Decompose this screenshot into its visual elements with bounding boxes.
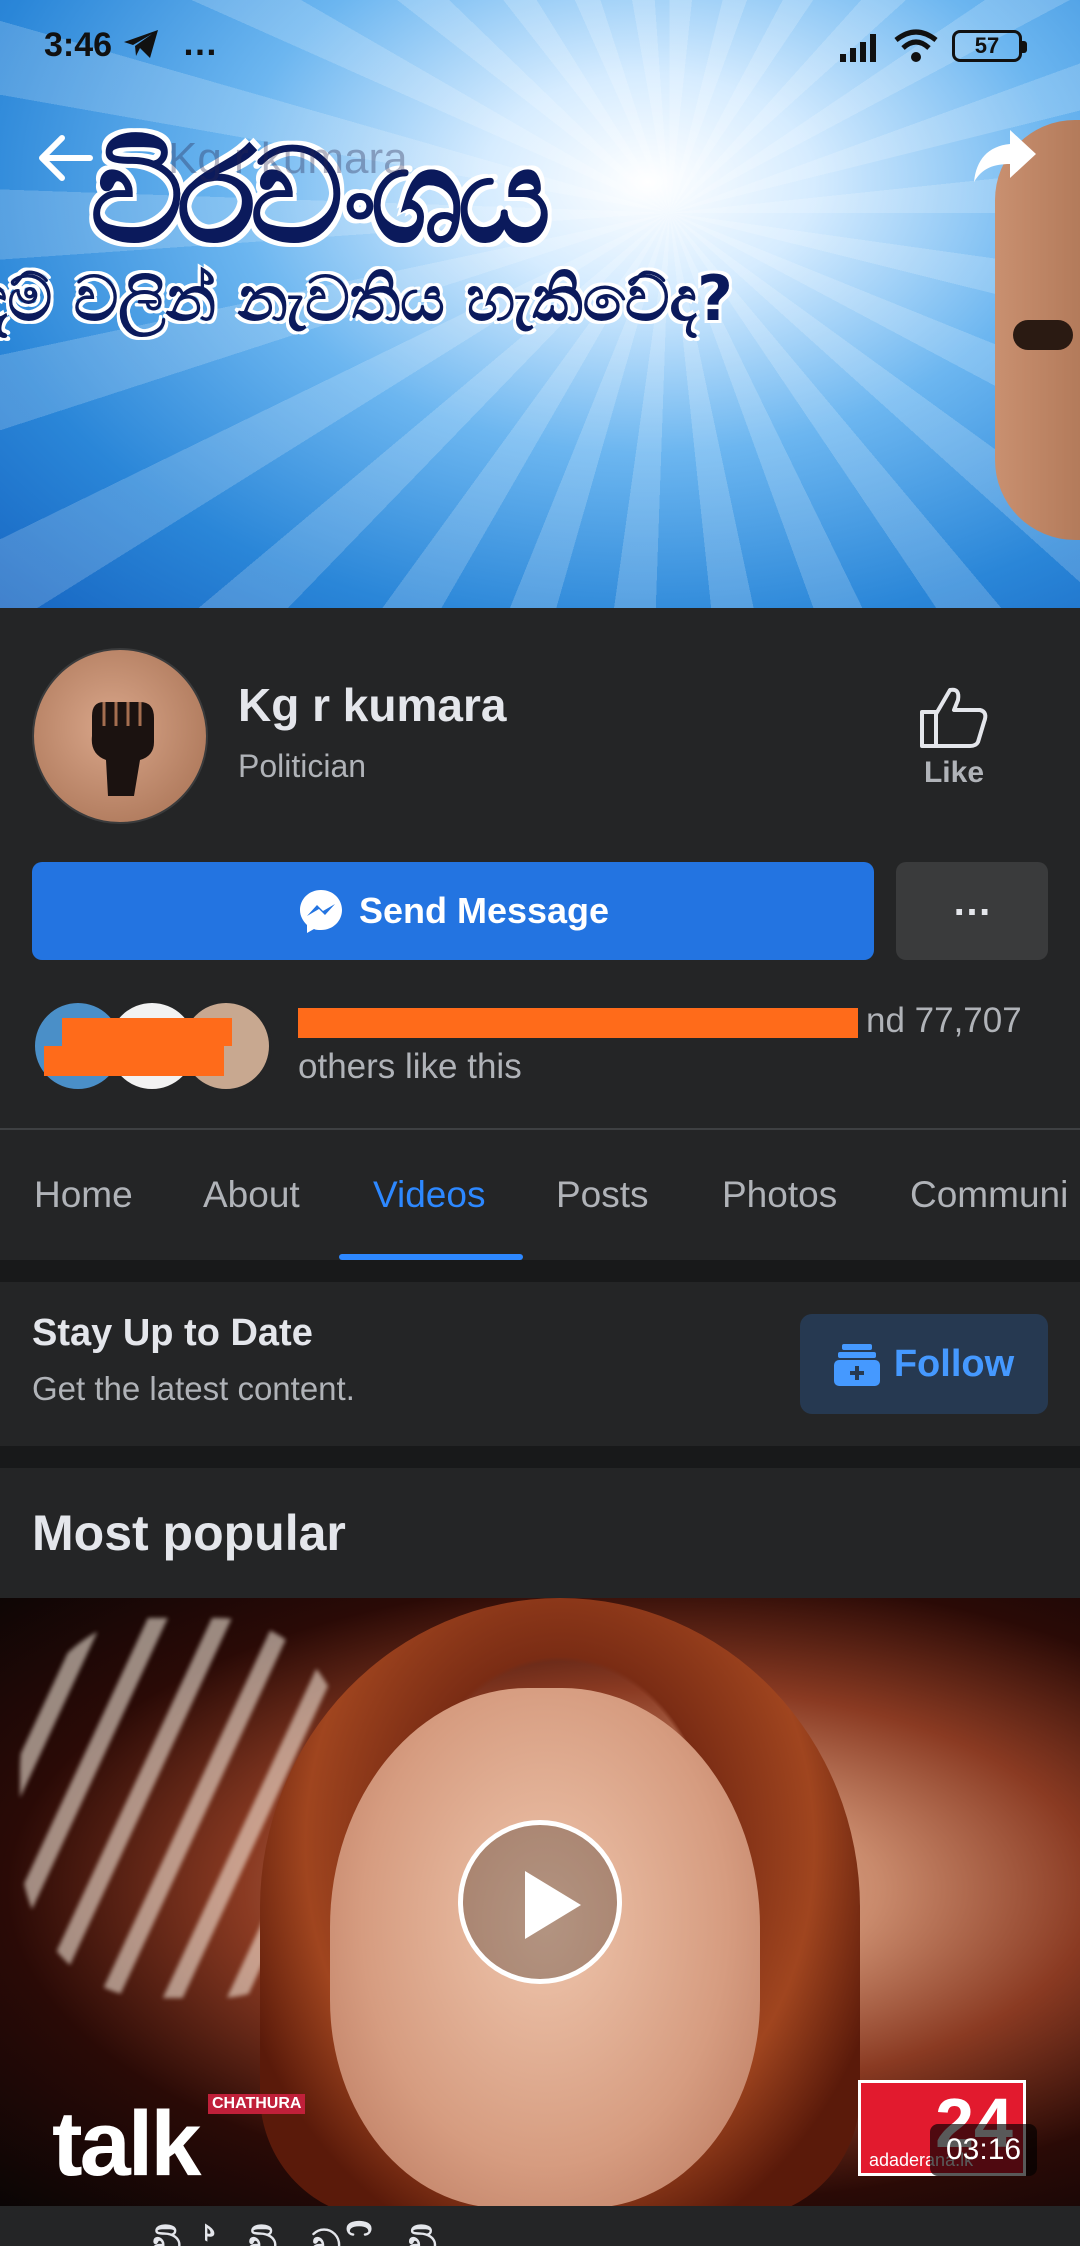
thumbs-up-icon (920, 687, 988, 748)
video-duration: 03:16 (930, 2124, 1038, 2176)
status-bar: 3:46 … 57 (0, 0, 1080, 90)
stay-subtitle: Get the latest content. (32, 1370, 355, 1407)
follow-label: Follow (893, 1342, 1015, 1385)
likes-others-text: others like this (298, 1047, 522, 1086)
cover-photo[interactable]: විරවංශය දම් වලින් නැවතිය හැකිවේද? Kg r k… (0, 0, 1080, 608)
fist-icon (91, 702, 154, 796)
likes-summary[interactable]: nd 77,707 others like this (298, 998, 1038, 1090)
next-video-title: වි ් වි ව ි වි (150, 2222, 447, 2246)
back-arrow-icon[interactable] (34, 126, 98, 190)
redaction-bar (62, 1018, 232, 1046)
friend-avatars (32, 1000, 272, 1096)
likes-count-text: nd 77,707 (866, 1001, 1022, 1040)
messenger-icon (299, 890, 342, 933)
search-ghost-text: Kg r kumara (168, 134, 408, 183)
stay-title: Stay Up to Date (32, 1312, 313, 1354)
share-icon[interactable] (970, 124, 1040, 188)
tab-posts[interactable]: Posts (556, 1174, 649, 1216)
tab-videos[interactable]: Videos (373, 1174, 485, 1216)
page-name: Kg r kumara (238, 679, 507, 731)
follow-icon (833, 1344, 880, 1386)
send-message-label: Send Message (358, 890, 610, 931)
send-message-button[interactable]: Send Message (32, 862, 874, 960)
more-options-button[interactable]: … (896, 862, 1048, 960)
follow-button[interactable]: Follow (800, 1314, 1048, 1414)
battery-icon: 57 (952, 30, 1027, 62)
redaction-bar (44, 1046, 224, 1076)
page-tabs: Home About Videos Posts Photos Communi (0, 1130, 1080, 1260)
talk-logo-tag: CHATHURA (208, 2094, 306, 2114)
tab-community[interactable]: Communi (910, 1174, 1068, 1216)
play-button-icon[interactable] (458, 1820, 622, 1984)
redaction-bar (298, 1008, 858, 1038)
page-header: Kg r kumara Politician Like Send Message… (0, 608, 1080, 1128)
page-avatar[interactable] (32, 648, 208, 824)
tab-home[interactable]: Home (34, 1174, 133, 1216)
like-button[interactable]: Like (918, 684, 990, 790)
telegram-icon (124, 30, 158, 58)
tab-about[interactable]: About (203, 1174, 300, 1216)
page-category: Politician (238, 748, 367, 784)
status-more-icon: … (182, 22, 220, 63)
tab-photos[interactable]: Photos (722, 1174, 837, 1216)
cover-subline: දම් වලින් නැවතිය හැකිවේද? (0, 262, 733, 335)
section-heading: Most popular (32, 1505, 346, 1561)
signal-icon (840, 34, 876, 62)
status-time: 3:46 (44, 26, 113, 64)
talk-logo: talk (52, 2093, 202, 2195)
wifi-icon (894, 29, 938, 62)
active-tab-indicator (339, 1254, 523, 1260)
like-label: Like (923, 756, 985, 789)
stay-up-to-date-card: Stay Up to Date Get the latest content. … (0, 1282, 1080, 1446)
